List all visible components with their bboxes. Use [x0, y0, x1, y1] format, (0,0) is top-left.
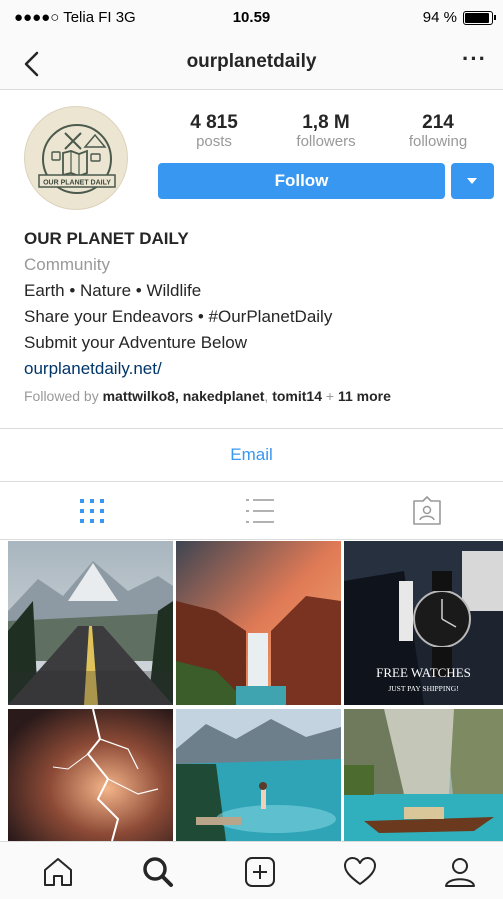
following-count: 214 [422, 112, 454, 133]
posts-stat[interactable]: 4 815 posts [158, 112, 270, 151]
bio-line-1: Earth • Nature • Wildlife [24, 281, 202, 300]
lightning-storm-photo [8, 709, 173, 841]
tagged-icon[interactable] [411, 496, 443, 526]
search-icon[interactable] [141, 855, 175, 889]
watch-ad-subcaption: JUST PAY SHIPPING! [388, 684, 459, 693]
waterfall-canyon-photo [176, 541, 341, 705]
status-bar: ●●●●○ Telia FI 3G 10.59 94 % [0, 0, 503, 38]
nav-bar: ourplanetdaily ··· [0, 38, 503, 90]
posts-count: 4 815 [190, 112, 238, 133]
posts-grid: FREE WATCHES JUST PAY SHIPPING! [8, 541, 503, 841]
home-icon[interactable] [41, 855, 75, 889]
post-thumbnail[interactable] [8, 709, 173, 841]
email-button[interactable]: Email [0, 430, 503, 480]
avatar[interactable]: OUR PLANET DAILY [24, 106, 128, 210]
planet-logo-icon: OUR PLANET DAILY [38, 124, 116, 194]
battery-percent: 94 % [422, 9, 457, 26]
profile-tabs [0, 482, 503, 540]
followers-stat[interactable]: 1,8 M followers [270, 112, 382, 151]
profile-category: Community [24, 255, 110, 274]
post-thumbnail[interactable]: FREE WATCHES JUST PAY SHIPPING! [344, 541, 503, 705]
followers-count: 1,8 M [302, 112, 350, 133]
post-thumbnail[interactable] [176, 541, 341, 705]
followed-by-plus: + [322, 388, 338, 404]
following-stat[interactable]: 214 following [382, 112, 494, 151]
boat-lagoon-photo [344, 709, 503, 841]
suggested-accounts-button[interactable] [451, 163, 494, 199]
followed-by-more: 11 more [337, 388, 391, 404]
watch-ad-caption: FREE WATCHES [376, 665, 471, 680]
bio-line-2: Share your Endeavors • #OurPlanetDaily [24, 307, 333, 326]
followers-label: followers [296, 133, 356, 150]
following-label: following [408, 133, 468, 150]
profile-name: OUR PLANET DAILY [24, 229, 189, 248]
add-post-icon[interactable] [243, 855, 277, 889]
bottom-nav [0, 841, 503, 899]
followed-by-names: mattwilko8, nakedplanet [102, 388, 265, 404]
posts-label: posts [196, 133, 232, 150]
divider [0, 428, 503, 429]
battery-icon [463, 11, 496, 25]
avatar-logo-text: OUR PLANET DAILY [43, 180, 111, 187]
chevron-down-icon [467, 178, 477, 184]
activity-heart-icon[interactable] [343, 855, 377, 889]
followed-by[interactable]: Followed by mattwilko8, nakedplanet, tom… [24, 388, 391, 404]
followed-by-prefix: Followed by [24, 388, 103, 404]
bio-line-3: Submit your Adventure Below [24, 333, 248, 352]
followed-by-last: tomit14 [272, 388, 322, 404]
list-icon[interactable] [244, 496, 276, 526]
post-thumbnail[interactable] [8, 541, 173, 705]
post-thumbnail[interactable] [344, 709, 503, 841]
turquoise-lake-photo [176, 709, 341, 841]
profile-stats: 4 815 posts 1,8 M followers 214 followin… [158, 112, 494, 154]
post-thumbnail[interactable] [176, 709, 341, 841]
grid-icon[interactable] [76, 496, 108, 526]
more-options-icon[interactable]: ··· [462, 46, 487, 72]
mountain-road-photo [8, 541, 173, 705]
website-link[interactable]: ourplanetdaily.net/ [24, 358, 494, 380]
follow-button[interactable]: Follow [158, 163, 445, 199]
profile-icon[interactable] [443, 855, 477, 889]
page-title: ourplanetdaily [186, 51, 317, 72]
